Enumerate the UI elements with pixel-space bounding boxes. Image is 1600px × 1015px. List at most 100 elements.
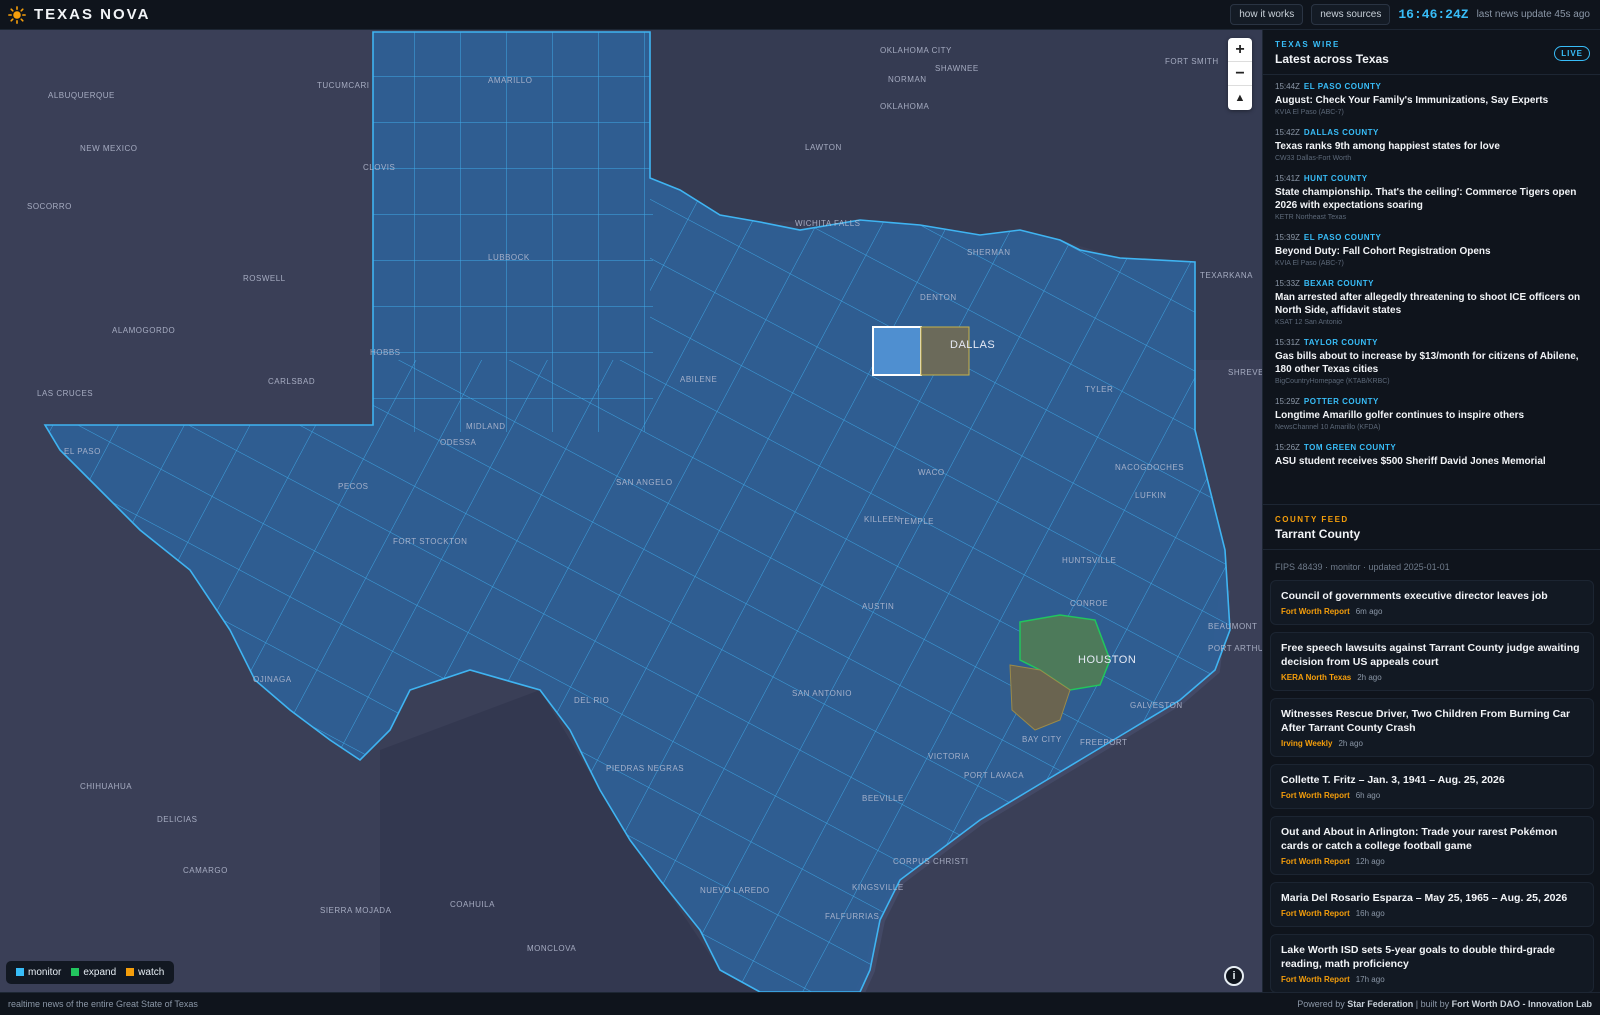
wire-item-title[interactable]: Gas bills about to increase by $13/month…	[1275, 350, 1588, 376]
wire-item[interactable]: 15:39Z EL PASO COUNTY Beyond Duty: Fall Co…	[1263, 226, 1600, 272]
county-feed-kicker: COUNTY FEED	[1275, 515, 1349, 524]
wire-item-source: KVIA El Paso (ABC-7)	[1275, 109, 1344, 116]
city-label: SOCORRO	[27, 202, 72, 211]
brand[interactable]: TEXAS NOVA	[8, 5, 151, 24]
city-label: COAHUILA	[450, 900, 495, 909]
zoom-in-button[interactable]: +	[1228, 38, 1252, 62]
county-news-card[interactable]: Free speech lawsuits against Tarrant Cou…	[1270, 632, 1594, 691]
county-news-card[interactable]: Collette T. Fritz – Jan. 3, 1941 – Aug. …	[1270, 764, 1594, 809]
county-news-source: Fort Worth Report	[1281, 909, 1350, 918]
wire-item-title[interactable]: Man arrested after allegedly threatening…	[1275, 291, 1588, 317]
county-news-title[interactable]: Council of governments executive directo…	[1281, 589, 1583, 603]
legend-watch: watch	[126, 967, 164, 978]
how-it-works-button[interactable]: how it works	[1230, 4, 1304, 25]
city-label: NEW MEXICO	[80, 144, 138, 153]
county-news-card[interactable]: Lake Worth ISD sets 5-year goals to doub…	[1270, 934, 1594, 992]
city-label: ODESSA	[440, 438, 477, 447]
utc-clock: 16:46:24Z	[1398, 7, 1469, 22]
star-federation-link[interactable]: Star Federation	[1347, 999, 1413, 1009]
monitor-swatch	[16, 968, 24, 976]
info-icon[interactable]: i	[1224, 966, 1244, 986]
wire-item-county[interactable]: POTTER COUNTY	[1304, 397, 1379, 406]
wire-item[interactable]: 15:33Z BEXAR COUNTY Man arrested after all…	[1263, 272, 1600, 331]
wire-item-county[interactable]: HUNT COUNTY	[1304, 174, 1368, 183]
legend-monitor: monitor	[16, 967, 61, 978]
compass-reset-button[interactable]: ▲	[1228, 86, 1252, 110]
wire-item[interactable]: 15:41Z HUNT COUNTY State championship. Tha…	[1263, 167, 1600, 226]
city-label: CHIHUAHUA	[80, 782, 133, 791]
wire-item-title[interactable]: Texas ranks 9th among happiest states fo…	[1275, 140, 1588, 153]
city-label: MIDLAND	[466, 422, 506, 431]
city-label: KINGSVILLE	[852, 883, 904, 892]
county-news-title[interactable]: Maria Del Rosario Esparza – May 25, 1965…	[1281, 891, 1583, 905]
city-label: NUEVO LAREDO	[700, 886, 770, 895]
wire-item[interactable]: 15:42Z DALLAS COUNTY Texas ranks 9th among…	[1263, 121, 1600, 167]
wire-item-title[interactable]: Beyond Duty: Fall Cohort Registration Op…	[1275, 245, 1588, 258]
wire-item[interactable]: 15:29Z POTTER COUNTY Longtime Amarillo gol…	[1263, 390, 1600, 436]
county-news-source: KERA North Texas	[1281, 673, 1352, 682]
wire-kicker: TEXAS WIRE	[1275, 40, 1340, 49]
fort-worth-dao-link[interactable]: Fort Worth DAO - Innovation Lab	[1452, 999, 1592, 1009]
county-news-card[interactable]: Maria Del Rosario Esparza – May 25, 1965…	[1270, 882, 1594, 927]
county-news-card[interactable]: Witnesses Rescue Driver, Two Children Fr…	[1270, 698, 1594, 757]
county-fips-info: FIPS 48439 · monitor · updated 2025-01-0…	[1275, 562, 1450, 572]
county-feed-header: COUNTY FEED Tarrant County	[1263, 505, 1600, 550]
dallas-county[interactable]	[920, 326, 970, 376]
wire-item-title[interactable]: Longtime Amarillo golfer continues to in…	[1275, 409, 1588, 422]
county-feed-list[interactable]: Council of governments executive directo…	[1263, 580, 1600, 992]
live-badge: LIVE	[1554, 46, 1590, 61]
county-news-age: 6h ago	[1355, 791, 1381, 800]
city-label: DEL RIO	[574, 696, 610, 705]
county-news-meta: Fort Worth Report 6h ago	[1281, 791, 1583, 800]
tarrant-county[interactable]	[872, 326, 922, 376]
county-news-age: 16h ago	[1355, 909, 1385, 918]
wire-item-title[interactable]: ASU student receives $500 Sheriff David …	[1275, 455, 1588, 468]
county-news-title[interactable]: Lake Worth ISD sets 5-year goals to doub…	[1281, 943, 1583, 971]
wire-item[interactable]: 15:44Z EL PASO COUNTY August: Check Your F…	[1263, 75, 1600, 121]
wire-item[interactable]: 15:31Z TAYLOR COUNTY Gas bills about to in…	[1263, 331, 1600, 390]
wire-item-county[interactable]: TAYLOR COUNTY	[1304, 338, 1378, 347]
wire-item-title[interactable]: August: Check Your Family's Immunization…	[1275, 94, 1588, 107]
zoom-out-button[interactable]: −	[1228, 62, 1252, 86]
wire-item-county[interactable]: DALLAS COUNTY	[1304, 128, 1379, 137]
app-title: TEXAS NOVA	[34, 6, 151, 23]
county-news-title[interactable]: Collette T. Fritz – Jan. 3, 1941 – Aug. …	[1281, 773, 1583, 787]
texas-map[interactable]: OKLAHOMA CITY NORMAN SHAWNEE OKLAHOMA FO…	[0, 30, 1262, 992]
wire-item-title[interactable]: State championship. That's the ceiling':…	[1275, 186, 1588, 212]
map-canvas[interactable]	[0, 30, 1262, 992]
news-panel: TEXAS WIRE Latest across Texas LIVE 15:4…	[1262, 30, 1600, 992]
wire-item-source: NewsChannel 10 Amarillo (KFDA)	[1275, 424, 1381, 431]
county-news-card[interactable]: Out and About in Arlington: Trade your r…	[1270, 816, 1594, 875]
city-label: TEMPLE	[899, 517, 935, 526]
top-bar: TEXAS NOVA how it works news sources 16:…	[0, 0, 1600, 30]
city-label: OJINAGA	[253, 675, 292, 684]
wire-item-source: KSAT 12 San Antonio	[1275, 319, 1343, 326]
wire-item-county[interactable]: EL PASO COUNTY	[1304, 82, 1381, 91]
city-label: ROSWELL	[243, 274, 286, 283]
wire-list[interactable]: 15:44Z EL PASO COUNTY August: Check Your F…	[1263, 75, 1600, 505]
wire-item-time: 15:31Z	[1275, 338, 1300, 347]
city-label: SHERMAN	[967, 248, 1011, 257]
county-news-source: Fort Worth Report	[1281, 857, 1350, 866]
city-label: OKLAHOMA	[880, 102, 930, 111]
wire-item-meta: 15:41Z HUNT COUNTY	[1275, 174, 1588, 183]
wire-item-county[interactable]: BEXAR COUNTY	[1304, 279, 1374, 288]
county-news-card[interactable]: Council of governments executive directo…	[1270, 580, 1594, 625]
wire-item-meta: 15:39Z EL PASO COUNTY	[1275, 233, 1588, 242]
city-label: NORMAN	[888, 75, 927, 84]
wire-item-time: 15:33Z	[1275, 279, 1300, 288]
city-label: SAN ANGELO	[616, 478, 673, 487]
city-label: OKLAHOMA CITY	[880, 46, 952, 55]
city-label: KILLEEN	[864, 515, 901, 524]
wire-item[interactable]: 15:26Z TOM GREEN COUNTY ASU student receiv…	[1263, 436, 1600, 475]
news-sources-button[interactable]: news sources	[1311, 4, 1391, 25]
county-news-meta: Fort Worth Report 12h ago	[1281, 857, 1583, 866]
county-news-title[interactable]: Free speech lawsuits against Tarrant Cou…	[1281, 641, 1583, 669]
county-news-title[interactable]: Out and About in Arlington: Trade your r…	[1281, 825, 1583, 853]
city-label: EL PASO	[64, 447, 101, 456]
wire-item-time: 15:41Z	[1275, 174, 1300, 183]
wire-item-county[interactable]: TOM GREEN COUNTY	[1304, 443, 1396, 452]
wire-item-county[interactable]: EL PASO COUNTY	[1304, 233, 1381, 242]
county-news-title[interactable]: Witnesses Rescue Driver, Two Children Fr…	[1281, 707, 1583, 735]
wire-item-time: 15:44Z	[1275, 82, 1300, 91]
